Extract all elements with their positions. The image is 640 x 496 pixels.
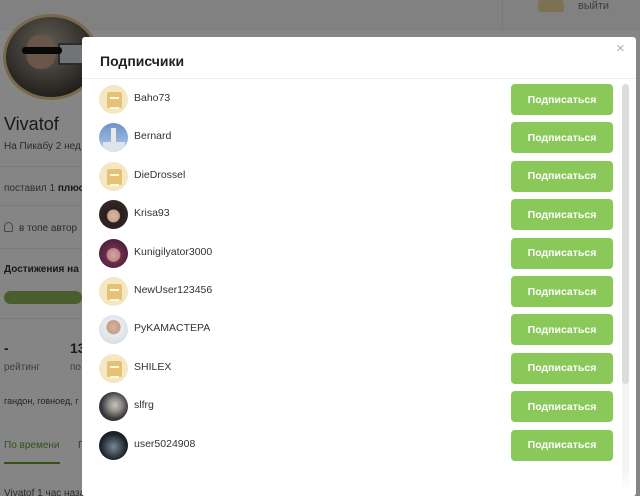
subscriber-row: user5024908 Подписаться [82, 429, 636, 467]
modal-scrollbar[interactable] [622, 84, 629, 488]
subscribe-button[interactable]: Подписаться [511, 429, 613, 461]
subscribe-button[interactable]: Подписаться [511, 237, 613, 269]
subscriber-avatar[interactable] [99, 353, 128, 383]
subscriber-row: NewUser123456 Подписаться [82, 275, 636, 313]
subscriber-avatar[interactable] [99, 200, 128, 230]
subscriber-username[interactable]: NewUser123456 [134, 284, 212, 296]
subscriber-avatar[interactable] [99, 392, 128, 422]
subscribe-button[interactable]: Подписаться [511, 314, 613, 346]
subscribers-modal: Подписчики × Baho73 Подписаться Bernard Под… [82, 37, 636, 496]
subscriber-username[interactable]: Bernard [134, 130, 171, 142]
subscriber-avatar[interactable] [99, 277, 128, 306]
subscribe-button[interactable]: Подписаться [511, 199, 613, 231]
subscriber-row: DieDrossel Подписаться [82, 160, 636, 198]
subscribe-button[interactable]: Подписаться [511, 276, 613, 307]
list-fade [82, 467, 636, 496]
subscriber-username[interactable]: slfrg [134, 399, 154, 411]
subscriber-avatar[interactable] [99, 430, 128, 460]
scrollbar-thumb[interactable] [622, 84, 629, 384]
subscriber-row: slfrg Подписаться [82, 390, 636, 428]
subscriber-username[interactable]: user5024908 [134, 438, 195, 450]
subscriber-username[interactable]: Baho73 [134, 92, 170, 104]
subscriber-username[interactable]: Krisa93 [134, 207, 170, 219]
subscriber-row: Baho73 Подписаться [82, 83, 636, 121]
subscriber-list: Baho73 Подписаться Bernard Подписаться DieDr… [82, 83, 636, 496]
subscriber-row: Kunigilyator3000 Подписаться [82, 237, 636, 275]
subscriber-username[interactable]: PyKAMACTEPA [134, 322, 210, 334]
subscribe-button[interactable]: Подписаться [511, 352, 613, 384]
subscriber-avatar[interactable] [99, 238, 128, 268]
subscriber-avatar[interactable] [99, 85, 128, 114]
subscriber-row: PyKAMACTEPA Подписаться [82, 313, 636, 351]
modal-title: Подписчики [100, 53, 185, 69]
subscriber-username[interactable]: SHILEX [134, 361, 171, 373]
subscriber-username[interactable]: Kunigilyator3000 [134, 246, 212, 258]
subscribe-button[interactable]: Подписаться [511, 391, 613, 423]
subscribe-button[interactable]: Подписаться [511, 160, 613, 192]
subscriber-avatar[interactable] [99, 123, 128, 153]
subscriber-avatar[interactable] [99, 315, 128, 345]
subscribe-button[interactable]: Подписаться [511, 84, 613, 115]
subscribe-button[interactable]: Подписаться [511, 122, 613, 154]
subscriber-avatar[interactable] [99, 161, 128, 191]
subscriber-username[interactable]: DieDrossel [134, 169, 185, 181]
close-icon[interactable]: × [616, 41, 625, 56]
subscriber-row: SHILEX Подписаться [82, 352, 636, 390]
modal-divider [82, 78, 636, 79]
subscriber-row: Bernard Подписаться [82, 121, 636, 159]
subscriber-row: Krisa93 Подписаться [82, 198, 636, 236]
